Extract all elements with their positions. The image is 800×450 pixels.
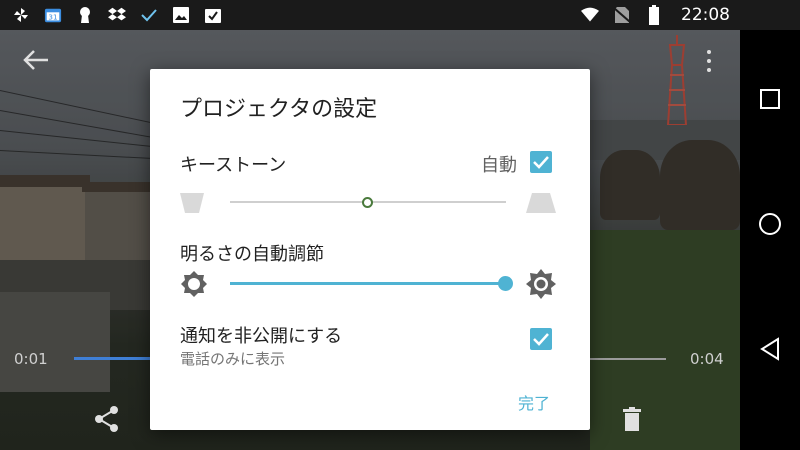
projector-settings-dialog: プロジェクタの設定 キーストーン 自動 明るさの自動調節 通知を非公開にする 電… [150,69,590,430]
keystone-narrow-bottom-icon [180,193,204,213]
overflow-menu-icon[interactable] [702,50,716,72]
checkmark-icon [533,156,549,169]
trash-icon[interactable] [622,407,642,431]
pinwheel-icon [12,6,30,24]
check-icon [140,6,158,24]
brightness-slider-track[interactable] [230,282,506,285]
back-button[interactable] [740,324,800,374]
image-icon [172,6,190,24]
notification-private-sublabel: 電話のみに表示 [180,350,286,368]
keystone-label: キーストーン [180,155,287,176]
time-end: 0:04 [690,350,724,368]
clock: 22:08 [681,5,730,25]
keystone-auto-checkbox[interactable] [530,151,552,173]
brightness-slider-thumb[interactable] [498,276,513,291]
recents-button[interactable] [740,74,800,124]
navigation-bar [740,30,800,450]
brightness-low-icon [181,271,207,297]
time-start: 0:01 [14,350,48,368]
video-progress-fill [74,357,151,360]
wifi-icon [581,6,599,24]
recents-square-icon [760,89,780,109]
share-icon[interactable] [94,405,120,433]
calendar-icon: 31 [44,6,62,24]
dropbox-icon [108,6,126,24]
back-triangle-icon [760,337,779,361]
notification-private-label: 通知を非公開にする [180,326,343,347]
brightness-high-icon [526,269,556,299]
checkmark-icon [533,333,549,346]
status-bar: 31 22:08 [0,0,800,30]
no-sim-icon [613,6,631,24]
keyhole-icon [76,6,94,24]
notification-private-checkbox[interactable] [530,328,552,350]
keystone-auto-label: 自動 [481,155,517,176]
keystone-slider-thumb[interactable] [362,197,373,208]
system-icons: 22:08 [581,0,730,30]
clipboard-check-icon [204,6,222,24]
notification-icons: 31 [12,6,222,24]
home-button[interactable] [740,199,800,249]
dialog-title: プロジェクタの設定 [180,97,378,122]
keystone-narrow-top-icon [526,193,556,213]
done-button[interactable]: 完了 [518,390,550,414]
brightness-label: 明るさの自動調節 [180,244,324,265]
battery-icon [645,5,663,25]
svg-text:31: 31 [48,13,57,22]
home-circle-icon [759,213,781,235]
back-arrow-icon[interactable] [22,48,50,72]
